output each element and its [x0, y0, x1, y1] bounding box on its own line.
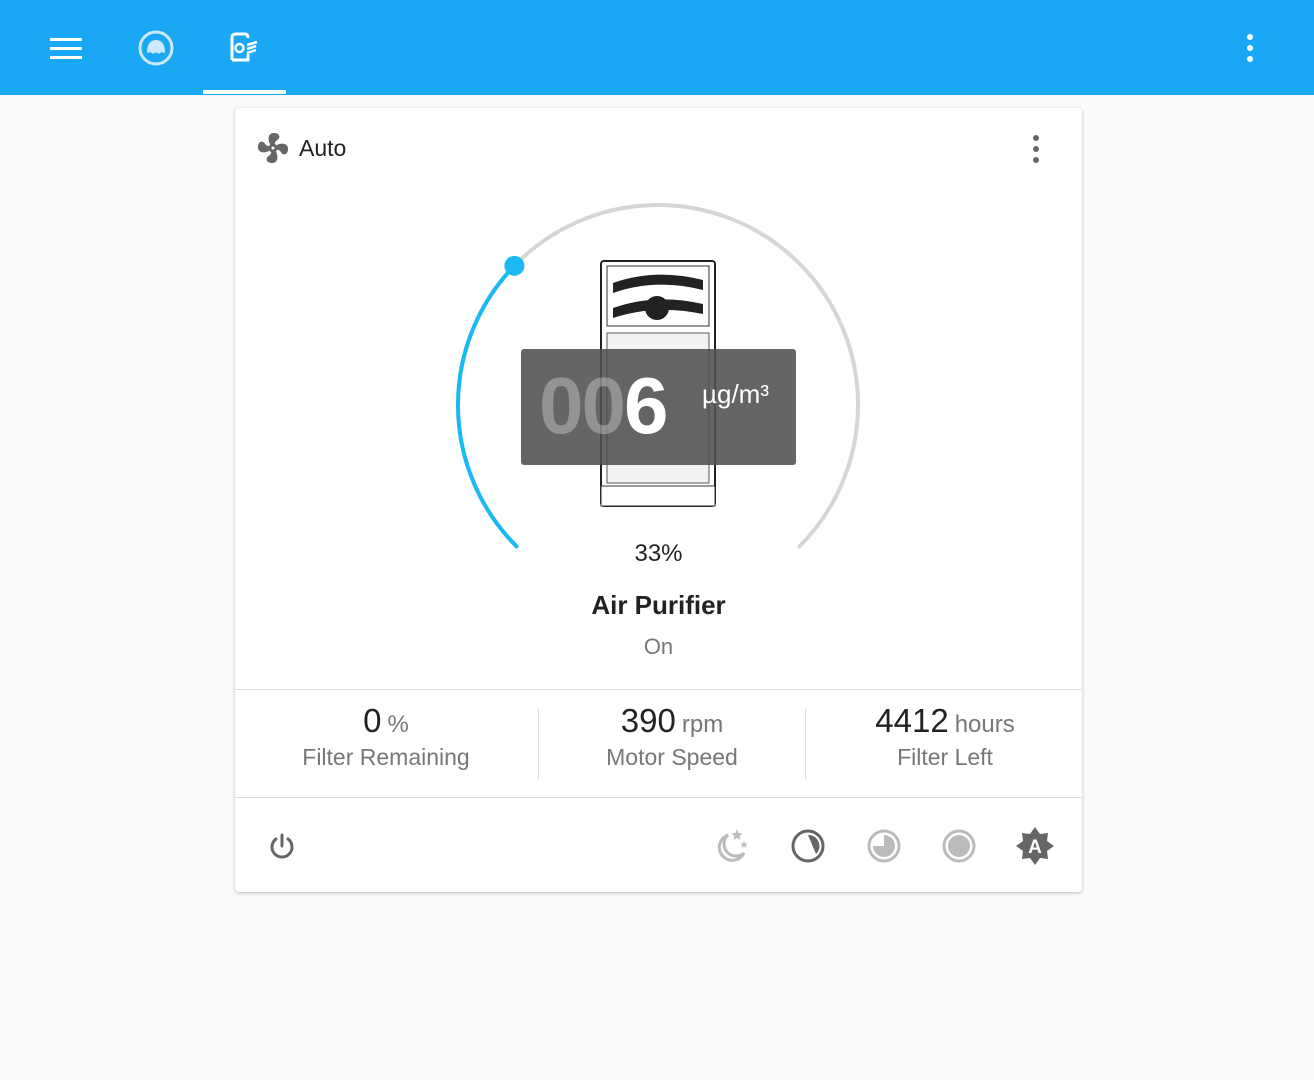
speed-low-icon	[791, 829, 825, 863]
pm25-value: 6	[623, 361, 668, 450]
air-purifier-card: Auto 006 µg/m³ 33% Air Purifier On 0% Fi…	[235, 108, 1082, 892]
stat-label: Filter Left	[897, 744, 993, 770]
device-name: Air Purifier	[591, 590, 726, 620]
device-state: On	[643, 634, 674, 659]
divider	[235, 797, 1082, 798]
stat-unit: %	[387, 711, 409, 738]
robot-vacuum-icon[interactable]	[136, 28, 176, 68]
stat-value: 0	[363, 702, 382, 739]
power-button[interactable]	[262, 826, 302, 866]
night-mode-icon	[717, 829, 748, 862]
top-app-bar	[0, 0, 1314, 95]
auto-brightness-icon: A	[1016, 827, 1054, 865]
gauge-handle	[504, 255, 525, 276]
stat-filter-left: 4412 hours Filter Left	[825, 702, 1065, 771]
power-icon	[270, 833, 294, 859]
menu-icon[interactable]	[47, 28, 87, 68]
stat-label: Motor Speed	[606, 744, 738, 770]
speed-percent: 33%	[634, 540, 683, 567]
active-tab-indicator	[203, 90, 286, 94]
pm25-display: 006 µg/m³	[521, 349, 796, 465]
silent-mode-button[interactable]	[712, 826, 752, 866]
speed-medium-button[interactable]	[864, 826, 904, 866]
stat-value: 4412	[875, 702, 949, 739]
auto-mode-button[interactable]: A	[1015, 826, 1055, 866]
pm25-unit: µg/m³	[702, 379, 769, 409]
more-vert-icon[interactable]	[1230, 28, 1270, 68]
stat-motor-speed: 390 rpm Motor Speed	[555, 702, 789, 771]
divider	[805, 708, 806, 780]
stat-label: Filter Remaining	[302, 744, 470, 770]
gauge-value-arc	[456, 263, 519, 549]
divider	[235, 689, 1082, 690]
stat-unit: rpm	[681, 711, 724, 738]
speed-medium-icon	[867, 829, 901, 863]
divider	[538, 708, 539, 780]
speed-high-button[interactable]	[939, 826, 979, 866]
air-purifier-icon[interactable]	[224, 28, 264, 68]
speed-low-button[interactable]	[788, 826, 828, 866]
stat-filter-remaining: 0% Filter Remaining	[275, 702, 497, 771]
svg-text:A: A	[1028, 837, 1042, 858]
pm25-leading-zeros: 00	[539, 361, 626, 450]
stat-unit: hours	[954, 711, 1015, 738]
speed-high-icon	[942, 829, 976, 863]
stat-value: 390	[620, 702, 676, 739]
